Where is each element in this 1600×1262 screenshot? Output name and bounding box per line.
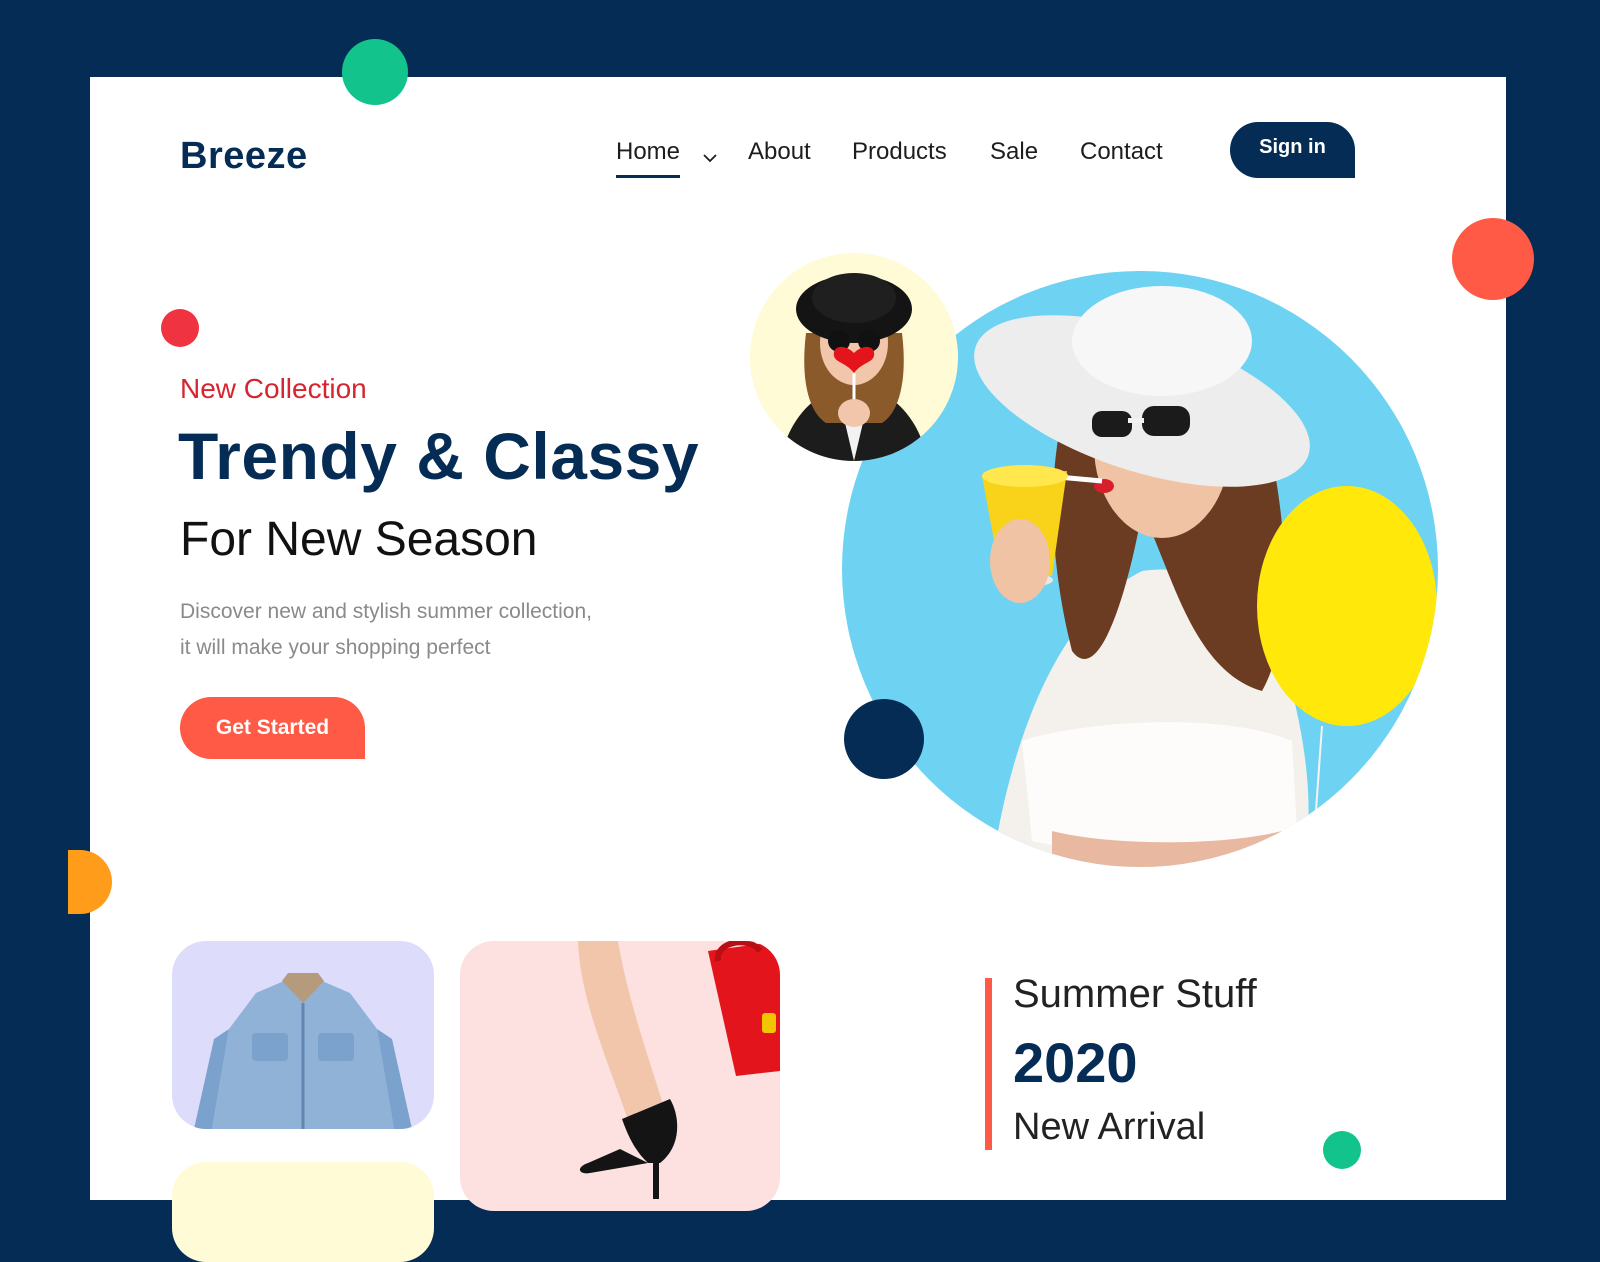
nav-item-home-label: Home <box>616 138 681 165</box>
hero-eyebrow: New Collection <box>180 373 367 404</box>
woman-lollipop-illustration <box>750 253 958 461</box>
hero-headline: Trendy & Classy <box>178 419 700 493</box>
summer-title: Summer Stuff <box>1013 972 1257 1016</box>
product-card-jacket[interactable] <box>172 941 434 1129</box>
chevron-down-icon[interactable] <box>702 150 718 166</box>
sign-in-button[interactable]: Sign in <box>1230 122 1355 178</box>
product-card-heels[interactable] <box>460 941 780 1211</box>
hero-image-woman-lollipop <box>750 253 958 461</box>
decor-dot-green-top <box>342 39 408 105</box>
decor-dot-red <box>161 309 199 347</box>
nav-item-contact[interactable]: Contact <box>1080 138 1163 166</box>
active-underline <box>616 175 681 178</box>
nav-item-home[interactable]: Home <box>616 138 681 178</box>
decor-dot-green-bottom <box>1323 1131 1361 1169</box>
hero-description-line2: it will make your shopping perfect <box>180 636 491 659</box>
nav-item-products[interactable]: Products <box>852 138 947 166</box>
product-card-yellow[interactable] <box>172 1162 434 1262</box>
summer-subtitle: New Arrival <box>1013 1106 1206 1148</box>
logo[interactable]: Breeze <box>180 135 308 178</box>
nav-item-sale[interactable]: Sale <box>990 138 1038 166</box>
decor-dot-coral-right <box>1452 218 1534 300</box>
summer-accent-bar <box>985 978 992 1150</box>
get-started-button[interactable]: Get Started <box>180 697 365 759</box>
decor-dot-navy <box>844 699 924 779</box>
hero-subheadline: For New Season <box>180 513 538 566</box>
heels-and-bag-illustration <box>578 941 780 1199</box>
summer-year: 2020 <box>1013 1031 1138 1094</box>
hero-description: Discover new and stylish summer collecti… <box>180 594 650 666</box>
hero-description-line1: Discover new and stylish summer collecti… <box>180 600 592 623</box>
nav-item-about[interactable]: About <box>748 138 811 166</box>
denim-jacket-illustration <box>194 973 412 1129</box>
